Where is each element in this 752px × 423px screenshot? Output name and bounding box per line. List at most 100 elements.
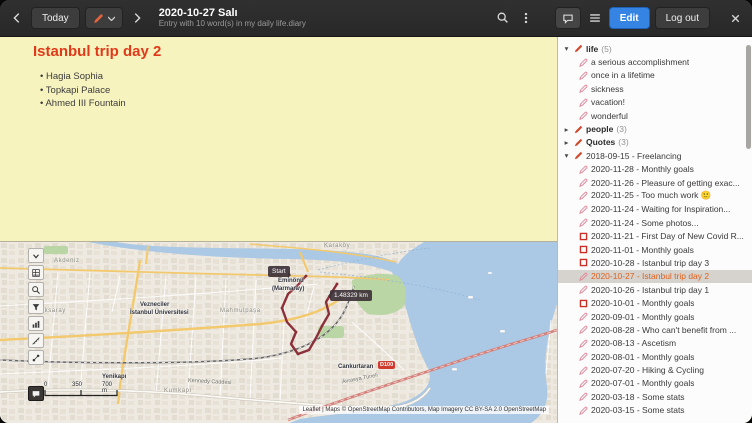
- expander-icon[interactable]: ▾: [562, 44, 571, 53]
- sidebar-entry-item[interactable]: 2020-03-18 - Some stats: [558, 390, 752, 403]
- sidebar-entry-group[interactable]: ▾ 2018-09-15 - Freelancing: [558, 149, 752, 162]
- pencil-icon: [579, 178, 588, 187]
- template-square-icon: [579, 232, 588, 241]
- pencil-icon: [579, 98, 588, 107]
- message-icon: [31, 389, 41, 399]
- expander-icon[interactable]: ▾: [562, 151, 571, 160]
- left-pane: Istanbul trip day 2 Hagia Sophia Topkapi…: [0, 37, 557, 423]
- today-button[interactable]: Today: [31, 7, 80, 29]
- bar-chart-icon: [31, 319, 41, 329]
- pencil-icon: [579, 218, 588, 227]
- sidebar-entry-item-selected[interactable]: 2020-10-27 - Istanbul trip day 2: [558, 270, 752, 283]
- tracks-button[interactable]: [28, 350, 44, 365]
- sidebar-entry-item[interactable]: 2020-07-01 - Monthly goals: [558, 377, 752, 390]
- sidebar-item-life[interactable]: ▾ life (5): [558, 42, 752, 55]
- page-title: 2020-10-27 Salı: [159, 7, 489, 19]
- sidebar-entry-item[interactable]: 2020-08-28 - Who can't benefit from ...: [558, 323, 752, 336]
- logout-button[interactable]: Log out: [655, 7, 710, 29]
- sidebar-item-people[interactable]: ▸ people (3): [558, 122, 752, 135]
- insert-menu-button[interactable]: [85, 7, 123, 29]
- chevron-down-icon: [31, 251, 41, 261]
- sidebar-entry-item[interactable]: 2020-07-20 - Hiking & Cycling: [558, 363, 752, 376]
- pencil-icon: [574, 151, 583, 160]
- pencil-icon: [579, 58, 588, 67]
- measure-button[interactable]: [28, 333, 44, 348]
- pencil-icon: [579, 205, 588, 214]
- entry-bullet-list: Hagia Sophia Topkapi Palace Ahmed III Fo…: [33, 70, 547, 111]
- sidebar-entry-item[interactable]: 2020-08-13 - Ascetism: [558, 337, 752, 350]
- sidebar-entry-item[interactable]: 2020-03-15 - Some stats: [558, 404, 752, 417]
- track-points-icon: [31, 353, 41, 363]
- pencil-icon: [579, 339, 588, 348]
- edit-button[interactable]: Edit: [609, 7, 650, 29]
- place-label: Mahmutpaşa: [220, 308, 261, 315]
- search-icon[interactable]: [494, 7, 512, 29]
- sidebar-entry-item[interactable]: 2020-11-01 - Monthly goals: [558, 243, 752, 256]
- bullet-item: Hagia Sophia: [40, 70, 547, 84]
- sidebar-entry-item[interactable]: 2020-11-26 - Pleasure of getting exac...: [558, 176, 752, 189]
- pencil-icon: [579, 84, 588, 93]
- template-square-icon: [579, 299, 588, 308]
- expander-icon[interactable]: ▸: [562, 138, 571, 147]
- sidebar-entry-item[interactable]: 2020-08-01 - Monthly goals: [558, 350, 752, 363]
- route-distance-tooltip: 1.48329 km: [330, 290, 372, 301]
- place-label: Cankurtaran: [338, 364, 373, 371]
- annotations-toggle-button[interactable]: [555, 7, 581, 29]
- filter-button[interactable]: [28, 299, 44, 314]
- sidebar-tag-item[interactable]: vacation!: [558, 96, 752, 109]
- hamburger-menu-icon[interactable]: [586, 7, 604, 29]
- sidebar-entry-item[interactable]: 2020-11-28 - Monthly goals: [558, 163, 752, 176]
- zoom-search-button[interactable]: [28, 282, 44, 297]
- kebab-menu-icon[interactable]: [517, 7, 535, 29]
- chat-icon: [562, 12, 574, 25]
- pencil-icon: [574, 138, 583, 147]
- expander-icon[interactable]: ▸: [562, 125, 571, 134]
- app-window: Today 2020-10-27 Salı Entry with 10 word…: [0, 0, 752, 423]
- chevron-down-icon: [108, 16, 115, 21]
- next-day-icon[interactable]: [128, 7, 146, 29]
- stats-button[interactable]: [28, 316, 44, 331]
- sidebar-tag-item[interactable]: once in a lifetime: [558, 69, 752, 82]
- sidebar-entry-item[interactable]: 2020-11-25 - Too much work 🙂: [558, 189, 752, 202]
- sidebar-scrollbar[interactable]: [746, 45, 751, 149]
- sidebar-tag-item[interactable]: wonderful: [558, 109, 752, 122]
- place-label: Kumkapı: [164, 388, 192, 395]
- sidebar-item-quotes[interactable]: ▸ Quotes (3): [558, 136, 752, 149]
- place-label: (Marmaray): [272, 286, 304, 293]
- previous-day-icon[interactable]: [8, 7, 26, 29]
- place-label: Akdeniz: [54, 258, 80, 265]
- pencil-icon: [579, 111, 588, 120]
- layers-button[interactable]: [28, 265, 44, 280]
- pencil-icon: [93, 13, 104, 24]
- collapse-controls-button[interactable]: [28, 248, 44, 263]
- header-bar: Today 2020-10-27 Salı Entry with 10 word…: [0, 0, 752, 37]
- sidebar-entry-item[interactable]: 2020-11-24 - Waiting for Inspiration...: [558, 203, 752, 216]
- sidebar-entry-item[interactable]: 2020-11-21 - First Day of New Covid R...: [558, 229, 752, 242]
- pencil-icon: [579, 379, 588, 388]
- map-message-button[interactable]: [28, 386, 44, 401]
- bullet-item: Topkapi Palace: [40, 84, 547, 98]
- pencil-icon: [579, 191, 588, 200]
- pencil-icon: [579, 71, 588, 80]
- sidebar-entry-item[interactable]: 2020-10-28 - Istanbul trip day 3: [558, 256, 752, 269]
- pencil-icon: [579, 392, 588, 401]
- close-window-icon[interactable]: [726, 7, 744, 29]
- header-title-block: 2020-10-27 Salı Entry with 10 word(s) in…: [159, 7, 489, 29]
- pencil-icon: [579, 406, 588, 415]
- pencil-icon: [579, 272, 588, 281]
- sidebar-entry-item[interactable]: 2020-10-01 - Monthly goals: [558, 296, 752, 309]
- bullet-item: Ahmed III Fountain: [40, 97, 547, 111]
- filter-icon: [31, 302, 41, 312]
- sidebar-tag-item[interactable]: a serious accomplishment: [558, 55, 752, 68]
- sidebar-tag-item[interactable]: sickness: [558, 82, 752, 95]
- pencil-icon: [579, 165, 588, 174]
- sidebar-entry-item[interactable]: 2020-11-24 - Some photos...: [558, 216, 752, 229]
- sidebar-entry-item[interactable]: 2020-09-01 - Monthly goals: [558, 310, 752, 323]
- place-label: Yenikapı: [102, 374, 126, 381]
- template-square-icon: [579, 258, 588, 267]
- pencil-icon: [579, 325, 588, 334]
- journal-editor[interactable]: Istanbul trip day 2 Hagia Sophia Topkapi…: [0, 37, 557, 241]
- sidebar-entry-item[interactable]: 2020-10-26 - Istanbul trip day 1: [558, 283, 752, 296]
- ruler-icon: [31, 336, 41, 346]
- map-panel[interactable]: Akdeniz Aksaray Vezneciler İstanbul Üniv…: [0, 241, 557, 423]
